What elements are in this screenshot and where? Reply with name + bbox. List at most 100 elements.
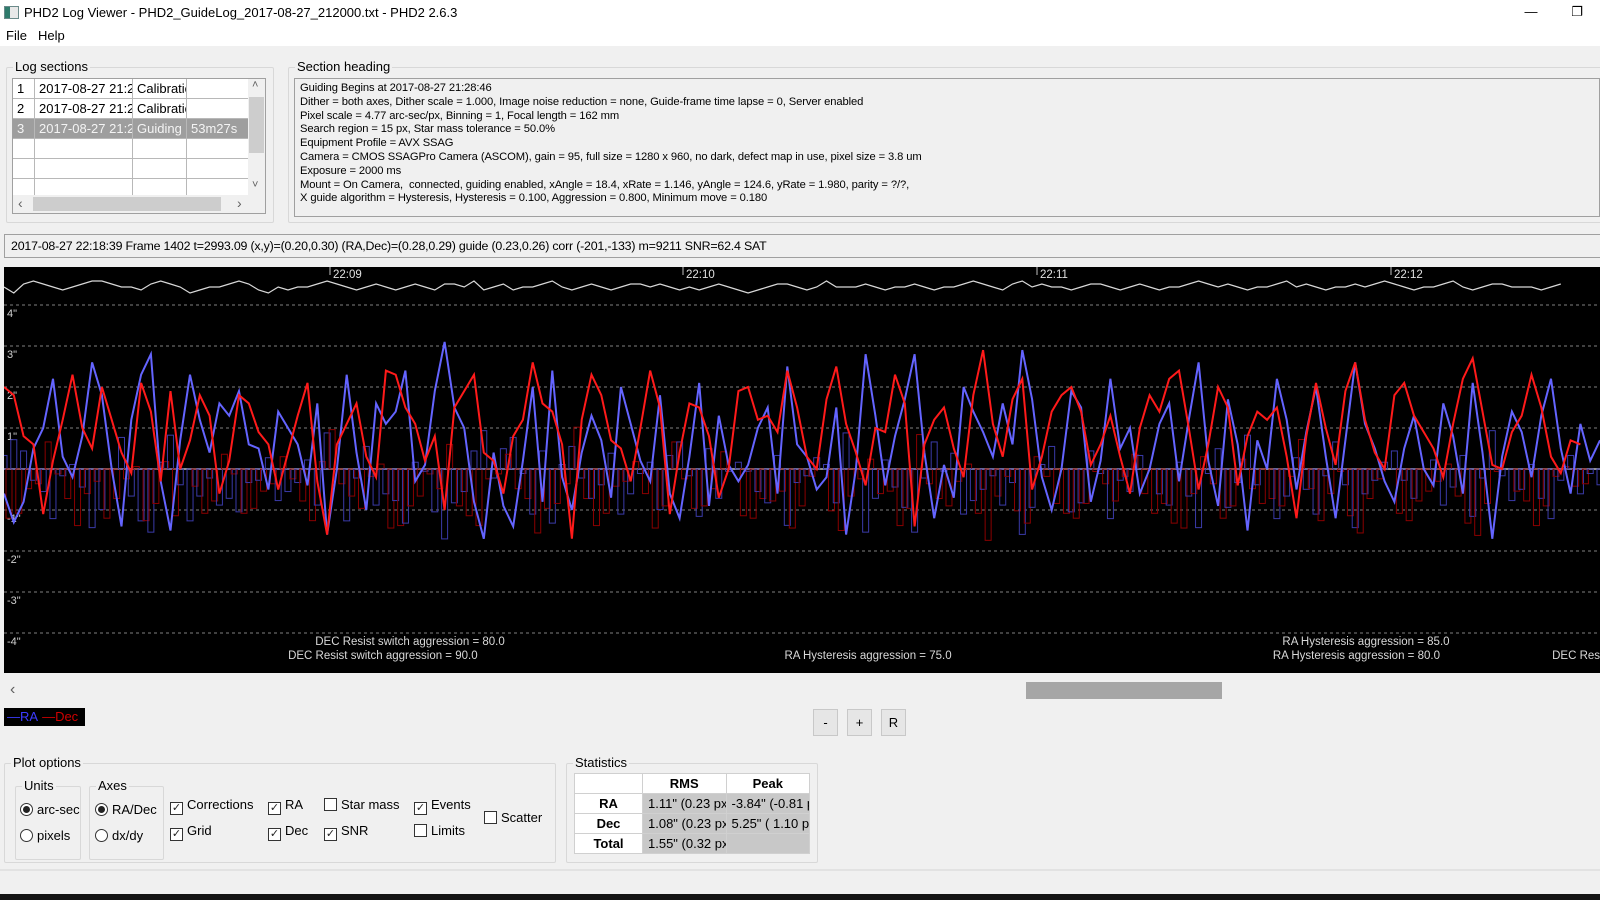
star-mass-checkbox[interactable]: Star mass bbox=[324, 797, 400, 812]
checkmark-icon: ✓ bbox=[170, 802, 183, 815]
corrections-checkbox[interactable]: ✓ Corrections bbox=[170, 797, 253, 815]
ra-correction-bar bbox=[1048, 445, 1056, 470]
log-cell-time bbox=[35, 159, 133, 179]
stats-header-row: RMS Peak bbox=[574, 773, 810, 794]
ra-checkbox[interactable]: ✓ RA bbox=[268, 797, 303, 815]
log-cell-type: Calibration bbox=[133, 99, 187, 119]
log-section-empty-row[interactable] bbox=[13, 159, 249, 179]
radio-label: pixels bbox=[37, 828, 71, 843]
plot-options-label: Plot options bbox=[11, 755, 83, 770]
heading-line: Dither = both axes, Dither scale = 1.000… bbox=[300, 95, 864, 108]
stats-dec-rms: 1.08" (0.23 px) bbox=[642, 813, 727, 834]
time-tick-label: 22:09 bbox=[333, 269, 362, 281]
menu-bar: File Help bbox=[0, 26, 1600, 46]
restore-button[interactable]: ❐ bbox=[1554, 0, 1600, 26]
checkbox-label: SNR bbox=[341, 823, 369, 838]
dec-checkbox[interactable]: ✓ Dec bbox=[268, 823, 308, 841]
log-table-vscroll-thumb[interactable] bbox=[249, 97, 264, 153]
frame-info-line: 2017-08-27 22:18:39 Frame 1402 t=2993.09… bbox=[4, 234, 1600, 258]
scroll-up-icon[interactable]: ˄ bbox=[252, 79, 258, 91]
ra-correction-bar bbox=[1390, 450, 1398, 470]
axes-dxdy-radio[interactable]: dx/dy bbox=[95, 828, 143, 843]
graph-scroll-left-icon[interactable]: ‹ bbox=[10, 681, 15, 699]
log-cell-duration bbox=[187, 99, 249, 119]
stats-ra-peak: -3.84" (-0.81 px) bbox=[725, 793, 810, 814]
checkbox-empty-icon bbox=[324, 798, 337, 811]
window-title: PHD2 Log Viewer - PHD2_GuideLog_2017-08-… bbox=[24, 5, 458, 20]
log-section-row[interactable]: 12017-08-27 21:20Calibration bbox=[13, 79, 249, 99]
log-table-horizontal-scrollbar[interactable]: ‹ › bbox=[13, 195, 265, 213]
log-section-row[interactable]: 3 2017-08-27 21:28 Guiding 53m27s bbox=[13, 119, 249, 139]
checkmark-icon: ✓ bbox=[268, 802, 281, 815]
ra-correction-bar bbox=[10, 439, 18, 470]
radio-indicator bbox=[20, 803, 33, 816]
minimize-button[interactable]: — bbox=[1508, 0, 1554, 26]
event-annotation: DEC Resist switch aggression = 90.0 bbox=[288, 650, 478, 662]
radio-label: RA/Dec bbox=[112, 802, 157, 817]
log-cell-num bbox=[13, 159, 35, 179]
graph-horizontal-scrollbar[interactable]: ‹ bbox=[4, 680, 1600, 700]
graph-scroll-thumb[interactable] bbox=[1026, 682, 1222, 699]
snr-checkbox[interactable]: ✓ SNR bbox=[324, 823, 368, 841]
checkbox-label: Star mass bbox=[341, 797, 400, 812]
log-cell-duration bbox=[187, 139, 249, 159]
legend-ra: —RA bbox=[7, 709, 39, 724]
events-checkbox[interactable]: ✓ Events bbox=[414, 797, 471, 815]
log-cell-num bbox=[13, 139, 35, 159]
checkmark-icon: ✓ bbox=[414, 802, 427, 815]
section-heading-label: Section heading bbox=[295, 59, 393, 74]
log-table-vertical-scrollbar[interactable]: ˄ ˅ bbox=[248, 79, 265, 195]
log-section-row[interactable]: 22017-08-27 21:24Calibration bbox=[13, 99, 249, 119]
menu-help[interactable]: Help bbox=[38, 28, 65, 43]
stats-row-label: Total bbox=[574, 833, 643, 854]
stats-row-label: Dec bbox=[574, 813, 643, 834]
menu-file[interactable]: File bbox=[6, 28, 27, 43]
stats-row-total: Total 1.55" (0.32 px) bbox=[574, 833, 810, 854]
units-pixels-radio[interactable]: pixels bbox=[20, 828, 70, 843]
units-arcsec-radio[interactable]: arc-sec bbox=[20, 802, 80, 817]
guide-graph[interactable]: 4" 3" 2" 1" -1" -2" -3" -4" 22:09 22:10 22:11 22:12… bbox=[4, 267, 1600, 673]
limits-checkbox[interactable]: Limits bbox=[414, 823, 465, 838]
radio-label: arc-sec bbox=[37, 802, 80, 817]
checkbox-empty-icon bbox=[414, 824, 427, 837]
event-annotation: RA Hysteresis aggression = 80.0 bbox=[1273, 650, 1440, 662]
scroll-down-icon[interactable]: ˅ bbox=[252, 179, 258, 191]
title-bar: PHD2 Log Viewer - PHD2_GuideLog_2017-08-… bbox=[0, 0, 1600, 26]
y-tick-label: 3" bbox=[7, 349, 17, 361]
axes-radec-radio[interactable]: RA/Dec bbox=[95, 802, 157, 817]
heading-line: Guiding Begins at 2017-08-27 21:28:46 bbox=[300, 82, 492, 94]
log-cell-type: Guiding bbox=[133, 119, 187, 139]
checkbox-label: Grid bbox=[187, 823, 212, 838]
heading-line: Search region = 15 px, Star mass toleran… bbox=[300, 123, 555, 136]
stats-total-rms: 1.55" (0.32 px) bbox=[642, 833, 727, 854]
checkmark-icon: ✓ bbox=[170, 828, 183, 841]
checkmark-icon: ✓ bbox=[324, 828, 337, 841]
log-table-hscroll-thumb[interactable] bbox=[33, 197, 221, 211]
zoom-in-button[interactable]: + bbox=[847, 709, 872, 736]
ra-correction-bar bbox=[470, 450, 478, 470]
scroll-left-icon[interactable]: ‹ bbox=[18, 195, 23, 211]
checkbox-label: Scatter bbox=[501, 810, 543, 825]
checkbox-label: Limits bbox=[431, 823, 465, 838]
scatter-checkbox[interactable]: Scatter bbox=[484, 810, 542, 825]
log-section-empty-row[interactable] bbox=[13, 139, 249, 159]
time-tick-label: 22:10 bbox=[686, 269, 715, 281]
checkmark-icon: ✓ bbox=[268, 828, 281, 841]
scroll-right-icon[interactable]: › bbox=[237, 195, 242, 211]
zoom-out-button[interactable]: - bbox=[813, 709, 838, 736]
axes-label: Axes bbox=[96, 778, 129, 793]
stats-row-ra: RA 1.11" (0.23 px) -3.84" (-0.81 px) bbox=[574, 793, 810, 814]
ra-correction-bar bbox=[734, 461, 742, 470]
stats-total-peak bbox=[725, 833, 810, 854]
radio-indicator bbox=[20, 829, 33, 842]
grid-checkbox[interactable]: ✓ Grid bbox=[170, 823, 212, 841]
log-cell-duration bbox=[187, 79, 249, 99]
log-cell-type bbox=[133, 159, 187, 179]
event-annotation: DEC Resist switch aggression = 80.0 bbox=[315, 636, 505, 648]
checkbox-label: Events bbox=[431, 797, 471, 812]
zoom-reset-button[interactable]: R bbox=[881, 709, 906, 736]
axes-group: Axes bbox=[89, 778, 164, 860]
dec-correction-bar bbox=[1043, 468, 1051, 477]
log-cell-time bbox=[35, 139, 133, 159]
log-cell-type bbox=[133, 139, 187, 159]
